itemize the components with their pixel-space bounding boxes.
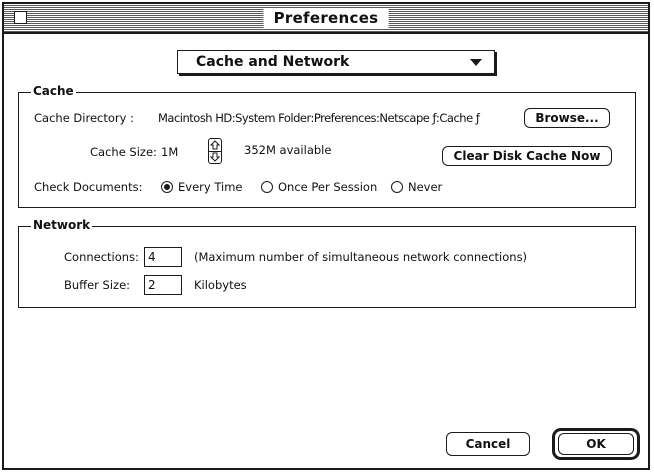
buffer-size-field[interactable]: 2 <box>144 275 182 295</box>
network-group: Network <box>18 218 636 308</box>
cache-directory-label: Cache Directory : <box>34 111 134 125</box>
ok-button-label: OK <box>586 437 606 451</box>
cancel-button[interactable]: Cancel <box>446 432 530 456</box>
browse-button-label: Browse... <box>535 111 599 125</box>
cache-size-label: Cache Size: <box>90 145 157 159</box>
ok-button[interactable]: OK <box>558 433 634 455</box>
clear-disk-cache-button-label: Clear Disk Cache Now <box>453 149 601 163</box>
cache-directory-path: Macintosh HD:System Folder:Preferences:N… <box>158 111 480 125</box>
clear-disk-cache-button[interactable]: Clear Disk Cache Now <box>442 146 612 166</box>
close-box[interactable] <box>14 11 27 24</box>
radio-once-per-session[interactable] <box>261 181 273 193</box>
connections-label: Connections: <box>64 250 139 264</box>
connections-hint: (Maximum number of simultaneous network … <box>194 250 528 264</box>
window-title: Preferences <box>263 8 389 28</box>
chevron-down-icon <box>470 59 482 66</box>
check-documents-label: Check Documents: <box>34 180 143 194</box>
panel-popup-menu[interactable]: Cache and Network <box>177 50 495 74</box>
stepper-down-arrow-icon[interactable] <box>209 151 221 163</box>
preferences-window: Preferences Cache and Network Cache Cach… <box>2 2 650 470</box>
connections-field-value: 4 <box>148 250 156 264</box>
radio-never[interactable] <box>391 181 403 193</box>
buffer-size-field-value: 2 <box>148 278 156 292</box>
cache-size-stepper[interactable] <box>208 138 222 164</box>
cache-size-value: 1M <box>161 145 179 159</box>
radio-once-per-session-label[interactable]: Once Per Session <box>278 179 377 195</box>
ok-default-ring[interactable]: OK <box>552 428 640 460</box>
connections-field[interactable]: 4 <box>144 247 182 267</box>
cancel-button-label: Cancel <box>465 437 511 451</box>
radio-never-label[interactable]: Never <box>408 179 442 195</box>
network-group-title: Network <box>31 218 93 232</box>
browse-button[interactable]: Browse... <box>524 108 610 128</box>
radio-every-time-label[interactable]: Every Time <box>178 179 242 195</box>
buffer-size-label: Buffer Size: <box>64 278 131 292</box>
radio-every-time[interactable] <box>161 181 173 193</box>
panel-popup-label: Cache and Network <box>196 54 350 70</box>
buffer-size-unit: Kilobytes <box>194 278 247 292</box>
cache-available-text: 352M available <box>244 143 332 157</box>
title-bar[interactable]: Preferences <box>4 4 648 34</box>
cache-group-title: Cache <box>31 84 76 98</box>
